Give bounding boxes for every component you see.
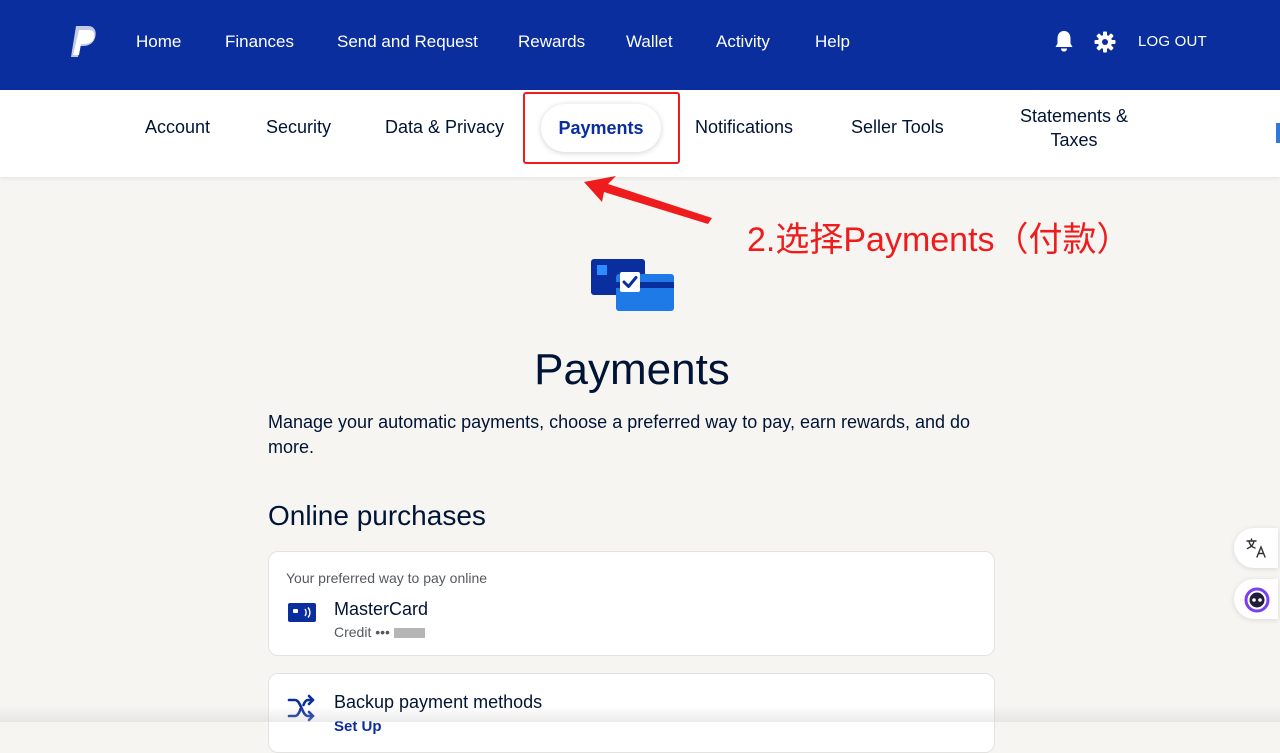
page-title: Payments [534, 345, 730, 394]
settings-tabs: Account Security Data & Privacy Payments… [0, 90, 1280, 177]
bell-icon[interactable] [1053, 29, 1075, 53]
translate-button[interactable] [1234, 528, 1278, 568]
top-navigation-bar: Home Finances Send and Request Rewards W… [0, 0, 1280, 90]
backup-setup-link[interactable]: Set Up [334, 718, 382, 735]
card-detail-text: Credit ••• [334, 624, 390, 640]
topnav-help[interactable]: Help [815, 32, 850, 52]
tab-security[interactable]: Security [266, 117, 331, 138]
preferred-payment-card[interactable]: Your preferred way to pay online MasterC… [268, 551, 995, 656]
tab-payments-label: Payments [558, 117, 644, 138]
topnav-rewards[interactable]: Rewards [518, 32, 585, 52]
topnav-activity[interactable]: Activity [716, 32, 770, 52]
translate-icon [1246, 538, 1266, 558]
card-number-mask [393, 628, 425, 639]
topnav-finances[interactable]: Finances [225, 32, 294, 52]
topnav-wallet[interactable]: Wallet [626, 32, 673, 52]
gear-icon[interactable] [1094, 31, 1116, 53]
backup-payment-title: Backup payment methods [334, 692, 543, 712]
logout-link[interactable]: LOG OUT [1138, 33, 1207, 50]
assistant-icon [1244, 587, 1270, 613]
topnav-home[interactable]: Home [136, 32, 181, 52]
topnav-send-and-request[interactable]: Send and Request [337, 32, 478, 52]
page-description: Manage your automatic payments, choose a… [268, 412, 971, 457]
tab-statements-line2: Taxes [1050, 130, 1098, 150]
tab-payments[interactable]: Payments [541, 104, 661, 152]
annotation-text: 2.选择Payments（付款） [747, 221, 1131, 259]
shuffle-icon [287, 694, 315, 722]
scroll-edge-marker [1276, 123, 1280, 143]
tab-seller-tools[interactable]: Seller Tools [851, 117, 944, 138]
tab-notifications[interactable]: Notifications [695, 117, 793, 138]
card-name: MasterCard [334, 599, 429, 619]
tab-statements-line1: Statements & [1019, 106, 1129, 126]
card-detail: Credit ••• [334, 624, 425, 640]
cards-check-icon [591, 259, 674, 311]
tab-data-privacy[interactable]: Data & Privacy [385, 117, 504, 138]
tab-account[interactable]: Account [145, 117, 210, 138]
preferred-payment-label: Your preferred way to pay online [286, 570, 488, 586]
section-title-online-purchases: Online purchases [268, 500, 486, 531]
paypal-logo[interactable] [68, 24, 98, 60]
backup-payment-card[interactable]: Backup payment methods Set Up [268, 673, 995, 753]
card-icon [288, 603, 316, 622]
tab-statements-taxes[interactable]: Statements & Taxes [1010, 104, 1138, 152]
annotation-arrow-icon [584, 176, 712, 224]
assistant-button[interactable] [1234, 579, 1278, 619]
